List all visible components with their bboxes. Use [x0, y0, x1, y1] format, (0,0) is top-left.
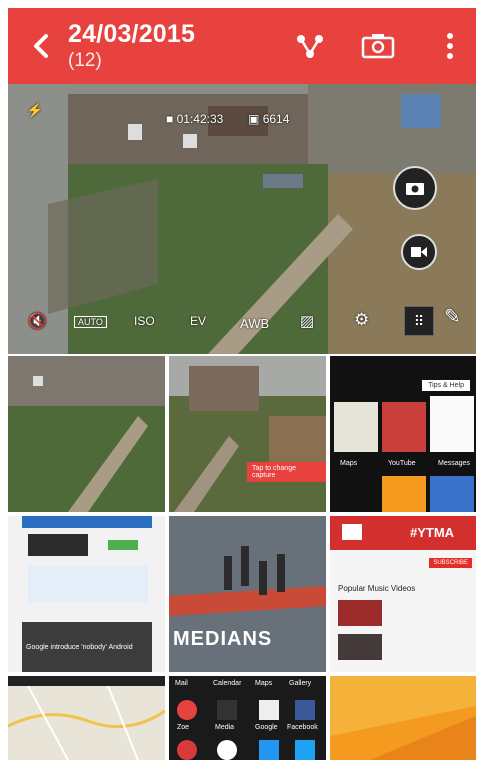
app-label-mail: Mail: [175, 680, 188, 687]
camera-icon: [406, 183, 424, 195]
camera-switch-icon[interactable]: [361, 30, 395, 62]
mobiles-headline: Google introduce 'nobody' Android: [26, 644, 133, 651]
thumbnail-dance-video[interactable]: MEDIANS: [169, 516, 326, 672]
album-date-title: 24/03/2015: [68, 20, 196, 48]
app-label-messages: Messages: [438, 460, 470, 467]
video-icon: ■: [166, 112, 174, 126]
edit-icon[interactable]: ✎: [444, 304, 461, 329]
thumbnail-garden-2[interactable]: Tap to change capture: [169, 356, 326, 512]
ytma-hashtag: #YTMA: [410, 525, 455, 540]
app-label-media: Media: [215, 724, 235, 731]
media-icon: [217, 700, 237, 720]
flash-icon[interactable]: ⚡: [26, 102, 43, 119]
orange-card: [382, 476, 426, 512]
video-time-readout: ■ 01:42:33: [166, 112, 224, 126]
record-button[interactable]: [401, 234, 437, 270]
mute-icon[interactable]: 🔇: [28, 312, 47, 330]
popular-videos-heading: Popular Music Videos: [338, 584, 416, 593]
scene-mode-button[interactable]: AUTO: [74, 316, 107, 328]
share-icon[interactable]: [293, 30, 327, 62]
subscribe-button[interactable]: SUBSCRIBE: [429, 558, 472, 568]
app-label-facebook: Facebook: [287, 724, 318, 731]
photo-icon: ▣: [248, 112, 260, 126]
app-label-gallery: Gallery: [289, 680, 312, 687]
thumbnail-garden-1[interactable]: [8, 356, 165, 512]
app-label-maps: Maps: [255, 680, 273, 687]
blue-card: [430, 476, 474, 512]
video-camera-icon: [411, 247, 427, 257]
promo-panel: [28, 566, 148, 602]
camera-preview[interactable]: ⚡ ■ 01:42:33 ▣ 6614 🔇 AUTO ISO EV AWB ▨ …: [8, 84, 476, 354]
back-arrow-icon[interactable]: [26, 30, 56, 62]
site-header: [22, 516, 152, 528]
thumbnail-mobiles-site[interactable]: Google introduce 'nobody' Android: [8, 516, 165, 672]
zoe-icon: [177, 700, 197, 720]
app-label-google: Google: [255, 724, 278, 731]
mode-grid-icon[interactable]: ⠿: [404, 306, 434, 336]
iso-button[interactable]: ISO: [134, 314, 155, 328]
filter-icon[interactable]: ▨: [300, 312, 314, 330]
ev-button[interactable]: EV: [190, 314, 206, 328]
google-icon: [259, 700, 279, 720]
tips-label: Tips & Help: [422, 380, 470, 391]
video-thumb-1: [338, 600, 382, 626]
shutter-button[interactable]: [393, 166, 437, 210]
item-count: (12): [68, 50, 102, 71]
youtube-card: [382, 402, 426, 452]
clock-icon: [217, 740, 237, 760]
youtube-play-icon: [342, 524, 362, 540]
status-bar: [8, 676, 165, 686]
facebook-icon: [295, 700, 315, 720]
maps-card: [334, 402, 378, 452]
photo-count-readout: ▣ 6614: [248, 112, 290, 126]
thumbnail-map[interactable]: [8, 676, 165, 760]
app-bar: 24/03/2015 (12): [8, 8, 476, 84]
overflow-menu-icon[interactable]: [433, 30, 467, 62]
messages-card: [430, 396, 474, 452]
thumbnail-grid: Tap to change capture Tips & Help Maps Y…: [8, 356, 476, 760]
thumbnail-app-drawer[interactable]: Mail Calendar Maps Gallery Zoe Media Goo…: [169, 676, 326, 760]
video-caption: MEDIANS: [173, 628, 273, 650]
thumbnail-youtube-ytma[interactable]: #YTMA SUBSCRIBE Popular Music Videos: [330, 516, 476, 672]
video-thumb-2: [338, 634, 382, 660]
app-label-zoe: Zoe: [177, 724, 190, 731]
twitter-icon: [295, 740, 315, 760]
capture-tip-banner: Tap to change capture: [247, 462, 326, 482]
app-label-calendar: Calendar: [213, 680, 242, 687]
phone-banner: [28, 534, 88, 556]
white-balance-button[interactable]: AWB: [240, 316, 269, 331]
app-icon: [259, 740, 279, 760]
app-label-maps: Maps: [340, 460, 358, 467]
settings-gear-icon[interactable]: ⚙: [354, 310, 369, 330]
thumbnail-app-switcher[interactable]: Tips & Help Maps YouTube Messages: [330, 356, 476, 512]
thumbnail-orange-wallpaper[interactable]: [330, 676, 476, 760]
app-label-youtube: YouTube: [388, 460, 416, 467]
app-icon: [177, 740, 197, 760]
buy-now-badge: [108, 540, 138, 550]
